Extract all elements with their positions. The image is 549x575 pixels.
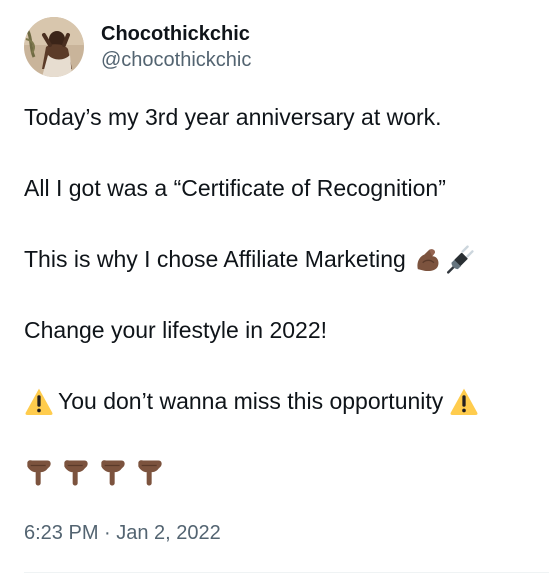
- divider: [24, 572, 549, 573]
- tweet-line-text: This is why I chose Affiliate Marketing: [24, 246, 406, 272]
- author-handle[interactable]: @chocothickchic: [101, 47, 251, 73]
- electric-plug-icon: [445, 244, 474, 274]
- tweet-line: All I got was a “Certificate of Recognit…: [24, 170, 544, 206]
- tweet-line-text: Today’s my 3rd year anniversary at work.: [24, 104, 442, 130]
- point-down-emoji-row: [24, 458, 165, 488]
- point-down-icon: [24, 458, 54, 488]
- point-down-icon: [135, 458, 165, 488]
- tweet-line-text: Change your lifestyle in 2022!: [24, 317, 328, 343]
- warning-icon: [449, 387, 479, 415]
- warning-icon: [24, 387, 54, 415]
- point-down-icon: [98, 458, 128, 488]
- tweet-line-text: You don’t wanna miss this opportunity: [58, 388, 444, 414]
- tweet-header: Chocothickchic @chocothickchic: [24, 17, 251, 77]
- tweet-line: You don’t wanna miss this opportunity: [24, 383, 544, 419]
- flexed-biceps-icon: [413, 245, 442, 274]
- point-down-icon: [61, 458, 91, 488]
- tweet-timestamp[interactable]: 6:23 PM · Jan 2, 2022: [24, 519, 221, 547]
- avatar[interactable]: [24, 17, 84, 77]
- tweet-line: Today’s my 3rd year anniversary at work.: [24, 99, 544, 135]
- author-display-name[interactable]: Chocothickchic: [101, 21, 251, 47]
- tweet-card: Chocothickchic @chocothickchic Today’s m…: [0, 0, 549, 575]
- author-names: Chocothickchic @chocothickchic: [101, 21, 251, 73]
- tweet-line: This is why I chose Affiliate Marketing: [24, 241, 544, 277]
- tweet-line-text: All I got was a “Certificate of Recognit…: [24, 175, 446, 201]
- tweet-line: Change your lifestyle in 2022!: [24, 312, 544, 348]
- tweet-text: Today’s my 3rd year anniversary at work.…: [24, 99, 544, 419]
